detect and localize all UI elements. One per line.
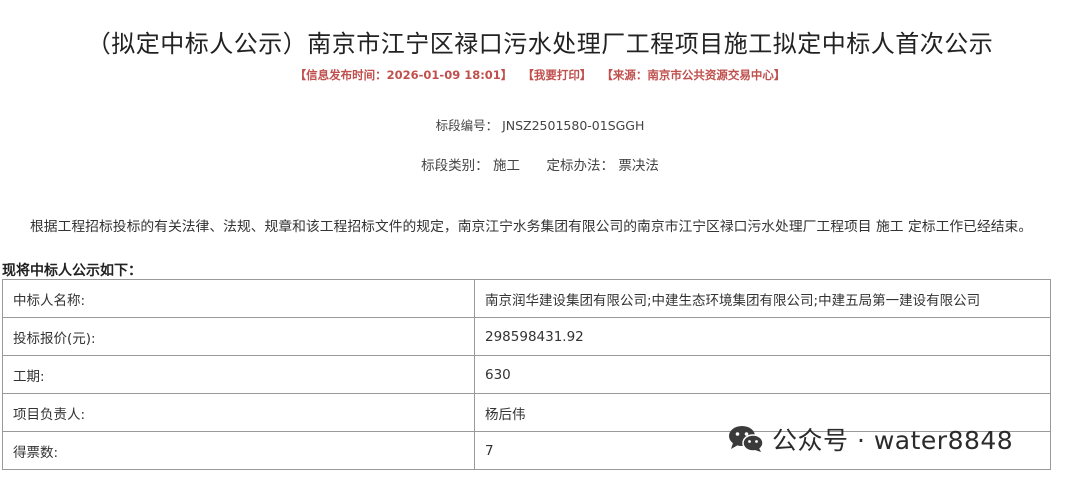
info-meta-line: 【信息发布时间：2026-01-09 18:01】 【我要打印】 【来源：南京市… xyxy=(0,67,1080,83)
row-label: 得票数: xyxy=(2,431,475,470)
award-method-value: 票决法 xyxy=(618,158,659,174)
row-label: 投标报价(元): xyxy=(2,317,475,356)
publish-time: 【信息发布时间：2026-01-09 18:01】 xyxy=(294,68,513,82)
section-type-value: 施工 xyxy=(492,158,520,174)
section-number: 标段编号： JNSZ2501580-01SGGH xyxy=(435,118,645,133)
award-method-label: 定标办法： xyxy=(546,158,615,174)
row-label: 工期: xyxy=(2,355,475,394)
intro-paragraph: 根据工程招标投标的有关法律、法规、规章和该工程招标文件的规定，南京江宁水务集团有… xyxy=(30,219,1033,235)
table-row: 工期: 630 xyxy=(2,355,1051,394)
row-value: 298598431.92 xyxy=(474,317,1051,356)
announce-heading: 现将中标人公示如下： xyxy=(2,263,142,279)
page-title: （拟定中标人公示）南京市江宁区禄口污水处理厂工程项目施工拟定中标人首次公示 xyxy=(86,30,994,58)
wechat-watermark: 公众号 · water8848 xyxy=(728,423,1013,455)
table-row: 投标报价(元): 298598431.92 xyxy=(2,317,1051,356)
wechat-icon xyxy=(729,426,764,452)
table-row: 中标人名称: 南京润华建设集团有限公司;中建生态环境集团有限公司;中建五局第一建… xyxy=(2,279,1051,318)
section-type-label: 标段类别： xyxy=(421,158,489,174)
print-link[interactable]: 【我要打印】 xyxy=(522,68,591,82)
row-value: 630 xyxy=(474,355,1051,394)
source-text: 【来源：南京市公共资源交易中心】 xyxy=(601,68,786,82)
section-type-line: 标段类别： 施工 定标办法： 票决法 xyxy=(0,154,1080,174)
row-label: 项目负责人: xyxy=(2,393,475,432)
watermark-text: 公众号 · water8848 xyxy=(772,426,1014,455)
row-value: 南京润华建设集团有限公司;中建生态环境集团有限公司;中建五局第一建设有限公司 xyxy=(474,279,1051,318)
row-label: 中标人名称: xyxy=(2,279,475,318)
